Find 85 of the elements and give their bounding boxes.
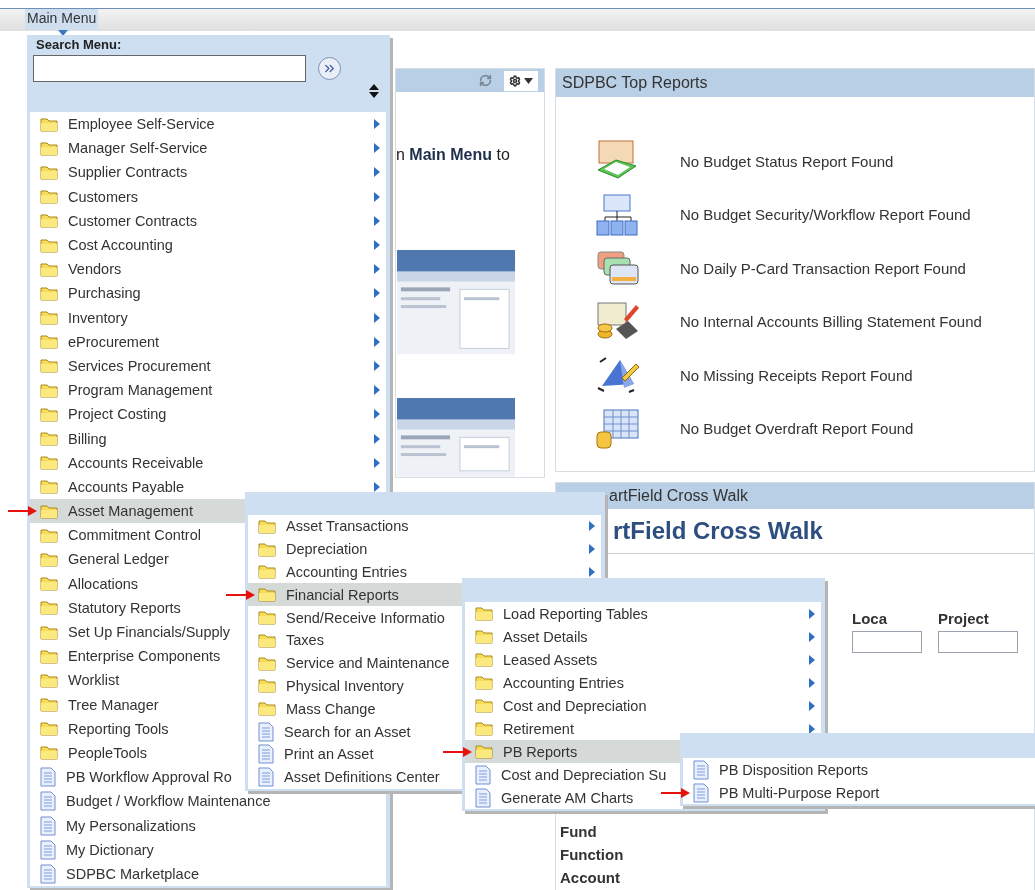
document-icon [40, 839, 56, 860]
report-status-text: No Missing Receipts Report Found [680, 366, 913, 384]
page-title: rtField Cross Walk [613, 517, 823, 544]
folder-icon [258, 678, 276, 694]
folder-icon [258, 655, 276, 671]
document-icon [693, 759, 709, 780]
folder-icon [40, 382, 58, 398]
folder-icon [40, 406, 58, 422]
credit-card-icon [596, 250, 640, 286]
report-status-text: No Daily P-Card Transaction Report Found [680, 259, 966, 277]
folder-icon [40, 551, 58, 567]
folder-icon [40, 285, 58, 301]
folder-icon [40, 527, 58, 543]
spreadsheet-icon [596, 407, 640, 450]
folder-icon [40, 334, 58, 350]
search-field[interactable] [33, 55, 306, 82]
instruction-text: n Main Menu to [396, 146, 511, 164]
gear-icon [509, 74, 521, 87]
folder-icon [258, 701, 276, 717]
settings-menu-button[interactable] [504, 70, 538, 91]
field-label: Fund [560, 823, 598, 840]
document-icon [40, 791, 56, 812]
folder-icon [475, 721, 493, 736]
folder-icon [475, 652, 493, 667]
folder-icon [40, 189, 58, 205]
refresh-icon[interactable] [479, 74, 492, 87]
folder-icon [475, 675, 493, 690]
sort-icon[interactable] [369, 84, 379, 98]
folder-icon [258, 587, 276, 603]
folder-icon [258, 610, 276, 626]
document-icon [475, 787, 491, 808]
folder-icon [40, 116, 58, 132]
folder-icon [40, 745, 58, 761]
document-icon [258, 721, 274, 742]
folder-icon [40, 697, 58, 713]
document-icon [40, 863, 56, 884]
search-label: Search Menu: [35, 37, 123, 52]
pagelet-title: SDPBC Top Reports [562, 74, 708, 92]
report-status-text: No Budget Security/Workflow Report Found [680, 206, 971, 223]
org-chart-icon [596, 193, 640, 236]
report-status-text: No Budget Status Report Found [680, 152, 894, 170]
folder-icon [40, 310, 58, 326]
field-label: Function [560, 846, 625, 863]
folder-icon [258, 564, 276, 580]
folder-icon [40, 648, 58, 664]
folder-icon [40, 479, 58, 495]
folder-icon [40, 140, 58, 156]
folder-icon [40, 431, 58, 447]
folder-icon [475, 698, 493, 713]
document-icon [693, 782, 709, 803]
folder-icon [258, 541, 276, 557]
folder-icon [40, 261, 58, 277]
folder-icon [40, 624, 58, 640]
folder-icon [40, 672, 58, 688]
pagelet-title: artField Cross Walk [609, 487, 748, 505]
folder-icon [40, 721, 58, 737]
document-icon [258, 744, 274, 765]
folder-icon [40, 213, 58, 229]
folder-icon [40, 503, 58, 519]
folder-icon [40, 358, 58, 374]
input-field[interactable] [938, 631, 1018, 653]
folder-icon [40, 600, 58, 616]
document-icon [40, 815, 56, 836]
main-menu-tab[interactable]: Main Menu [25, 9, 99, 30]
field-label: Account [560, 869, 621, 886]
folder-icon [258, 632, 276, 648]
caret-icon [524, 77, 533, 84]
folder-icon [40, 576, 58, 592]
pyramid-icon [596, 356, 640, 394]
folder-icon [475, 606, 493, 621]
document-icon [258, 767, 274, 788]
folder-icon [258, 518, 276, 534]
document-icon [475, 764, 491, 785]
report-status-text: No Internal Accounts Billing Statement Found [680, 313, 982, 330]
folder-icon [40, 237, 58, 253]
report-status-text: No Budget Overdraft Report Found [680, 420, 914, 437]
field-label: Loca [852, 610, 888, 627]
folder-icon [475, 629, 493, 644]
folder-icon [475, 744, 493, 759]
folder-icon [40, 455, 58, 471]
folder-icon [40, 164, 58, 180]
search-go-button[interactable] [318, 57, 341, 80]
input-field[interactable] [852, 631, 922, 653]
document-icon [40, 767, 56, 788]
field-label: Project [938, 610, 990, 627]
